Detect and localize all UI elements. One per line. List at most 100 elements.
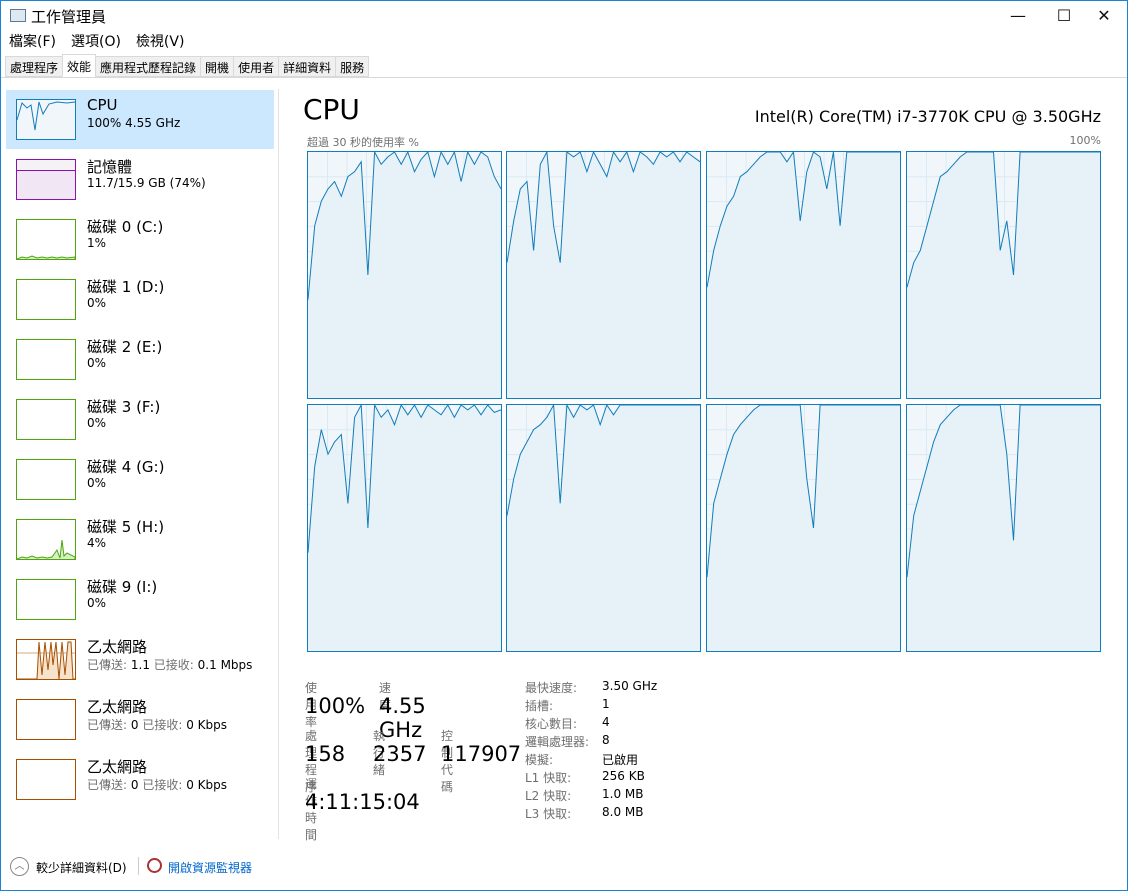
sidebar-thumbnail [16,99,76,140]
disk-thumb-line [16,539,76,560]
spec-label: 核心數目: [525,717,578,731]
memory-fill [17,170,75,199]
spec-value: 8 [602,733,610,747]
speed-value: 4.55 GHz [379,694,426,742]
tab-0[interactable]: 處理程序 [5,56,64,77]
sidebar-item[interactable]: 磁碟 2 (E:) 0% [6,330,274,389]
core-usage-area [507,405,700,651]
core-graph-3 [906,151,1102,400]
sidebar-item[interactable]: 記憶體 11.7/15.9 GB (74%) [6,150,274,209]
tab-5[interactable]: 詳細資料 [278,56,337,77]
resource-sidebar: CPU 100% 4.55 GHz 記憶體 11.7/15.9 GB (74%) 磁碟 … [1,78,278,843]
sidebar-item-name: 磁碟 4 (G:) [87,458,165,476]
graph-max: 100% [1069,134,1101,147]
usage-value: 100% [305,694,366,718]
menu-view[interactable]: 檢視(V) [136,34,185,50]
core-usage-area [308,405,501,651]
close-button[interactable]: ✕ [1081,1,1127,31]
tab-2[interactable]: 應用程式歷程記錄 [95,56,202,77]
sidebar-item-name: 磁碟 1 (D:) [87,278,165,296]
graph-label: 超過 30 秒的使用率 % [307,136,419,149]
sidebar-item-detail: 已傳送: 0 已接收: 0 Kbps [87,776,227,793]
spec-value: 1 [602,697,610,711]
recv-value: 0.1 Mbps [197,658,253,672]
tab-3[interactable]: 開機 [200,56,235,77]
pane-divider[interactable] [278,89,279,839]
core-graph-0 [307,150,503,400]
sidebar-thumbnail [16,279,76,320]
processes-value: 158 [305,742,346,766]
minimize-button[interactable]: — [995,1,1041,31]
sidebar-item[interactable]: 乙太網路 已傳送: 0 已接收: 0 Kbps [6,690,274,749]
core-graph-2 [706,150,902,400]
sidebar-thumbnail [16,459,76,500]
uptime-value: 4:11:15:04 [305,790,420,814]
menu-options[interactable]: 選項(O) [71,34,121,50]
sidebar-item[interactable]: 磁碟 9 (I:) 0% [6,570,274,629]
sidebar-item[interactable]: 磁碟 1 (D:) 0% [6,270,274,329]
recv-label: 已接收: [142,718,183,732]
footer: ︿ 較少詳細資料(D) 開啟資源監視器 [1,851,601,881]
sidebar-thumbnail [16,339,76,380]
tab-bar: 處理程序 效能 應用程式歷程記錄 開機 使用者 詳細資料 服務 [5,54,370,77]
core-usage-area [907,405,1100,651]
sidebar-item[interactable]: 磁碟 5 (H:) 4% [6,510,274,569]
spec-label: 邏輯處理器: [525,735,590,749]
sent-label: 已傳送: [87,658,128,672]
spec-label: L3 快取: [525,807,572,821]
app-icon [10,9,26,22]
sidebar-item-name: 磁碟 3 (F:) [87,398,161,416]
spec-label: 模擬: [525,753,554,767]
recv-label: 已接收: [153,658,194,672]
spec-value: 已啟用 [602,753,639,767]
recv-value: 0 Kbps [186,718,228,732]
sidebar-item-name: 乙太網路 [87,698,148,716]
recv-value: 0 Kbps [186,778,228,792]
tab-1[interactable]: 效能 [62,54,97,77]
sidebar-item[interactable]: CPU 100% 4.55 GHz [6,90,274,149]
sidebar-item-detail: 11.7/15.9 GB (74%) [87,176,206,190]
core-usage-area [907,152,1100,398]
spec-value: 3.50 GHz [602,679,658,693]
spec-label: L1 快取: [525,771,572,785]
spec-value: 1.0 MB [602,787,644,801]
sidebar-item-name: 乙太網路 [87,638,148,656]
sidebar-item-name: 磁碟 5 (H:) [87,518,165,536]
sidebar-item-name: 乙太網路 [87,758,148,776]
title-bar: 工作管理員 — ☐ ✕ [1,1,1127,31]
spec-value: 4 [602,715,610,729]
sidebar-item[interactable]: 乙太網路 已傳送: 0 已接收: 0 Kbps [6,750,274,809]
sidebar-item-detail: 已傳送: 1.1 已接收: 0.1 Mbps [87,656,252,673]
sidebar-thumbnail [16,519,76,560]
sidebar-item-name: 記憶體 [87,158,133,176]
sidebar-item-detail: 0% [87,596,107,610]
sidebar-item[interactable]: 磁碟 0 (C:) 1% [6,210,274,269]
fewer-details-button[interactable]: 較少詳細資料(D) [36,859,127,876]
spec-label: 插槽: [525,699,554,713]
cpu-model: Intel(R) Core(TM) i7-3770K CPU @ 3.50GHz [754,107,1101,126]
sidebar-thumbnail [16,159,76,200]
spec-value: 8.0 MB [602,805,644,819]
tab-4[interactable]: 使用者 [233,56,280,77]
sidebar-thumbnail [16,699,76,740]
core-graph-6 [706,404,902,653]
sidebar-item-detail: 已傳送: 0 已接收: 0 Kbps [87,716,227,733]
sent-value: 1.1 [130,658,150,672]
sidebar-item[interactable]: 磁碟 4 (G:) 0% [6,450,274,509]
sent-value: 0 [130,778,139,792]
tab-6[interactable]: 服務 [335,56,370,77]
sidebar-item-name: 磁碟 0 (C:) [87,218,164,236]
menu-file[interactable]: 檔案(F) [9,34,56,50]
chevron-up-icon[interactable]: ︿ [10,857,29,876]
threads-value: 2357 [373,742,427,766]
sidebar-thumbnail [16,639,76,680]
sidebar-item[interactable]: 乙太網路 已傳送: 1.1 已接收: 0.1 Mbps [6,630,274,689]
sidebar-item-detail: 0% [87,356,107,370]
core-graph-5 [506,403,702,653]
sidebar-item-detail: 0% [87,416,107,430]
handles-value: 117907 [441,742,522,766]
page-title: CPU [303,93,360,126]
sidebar-item-detail: 100% 4.55 GHz [87,116,181,130]
open-resource-monitor-link[interactable]: 開啟資源監視器 [168,859,252,876]
sidebar-item[interactable]: 磁碟 3 (F:) 0% [6,390,274,449]
